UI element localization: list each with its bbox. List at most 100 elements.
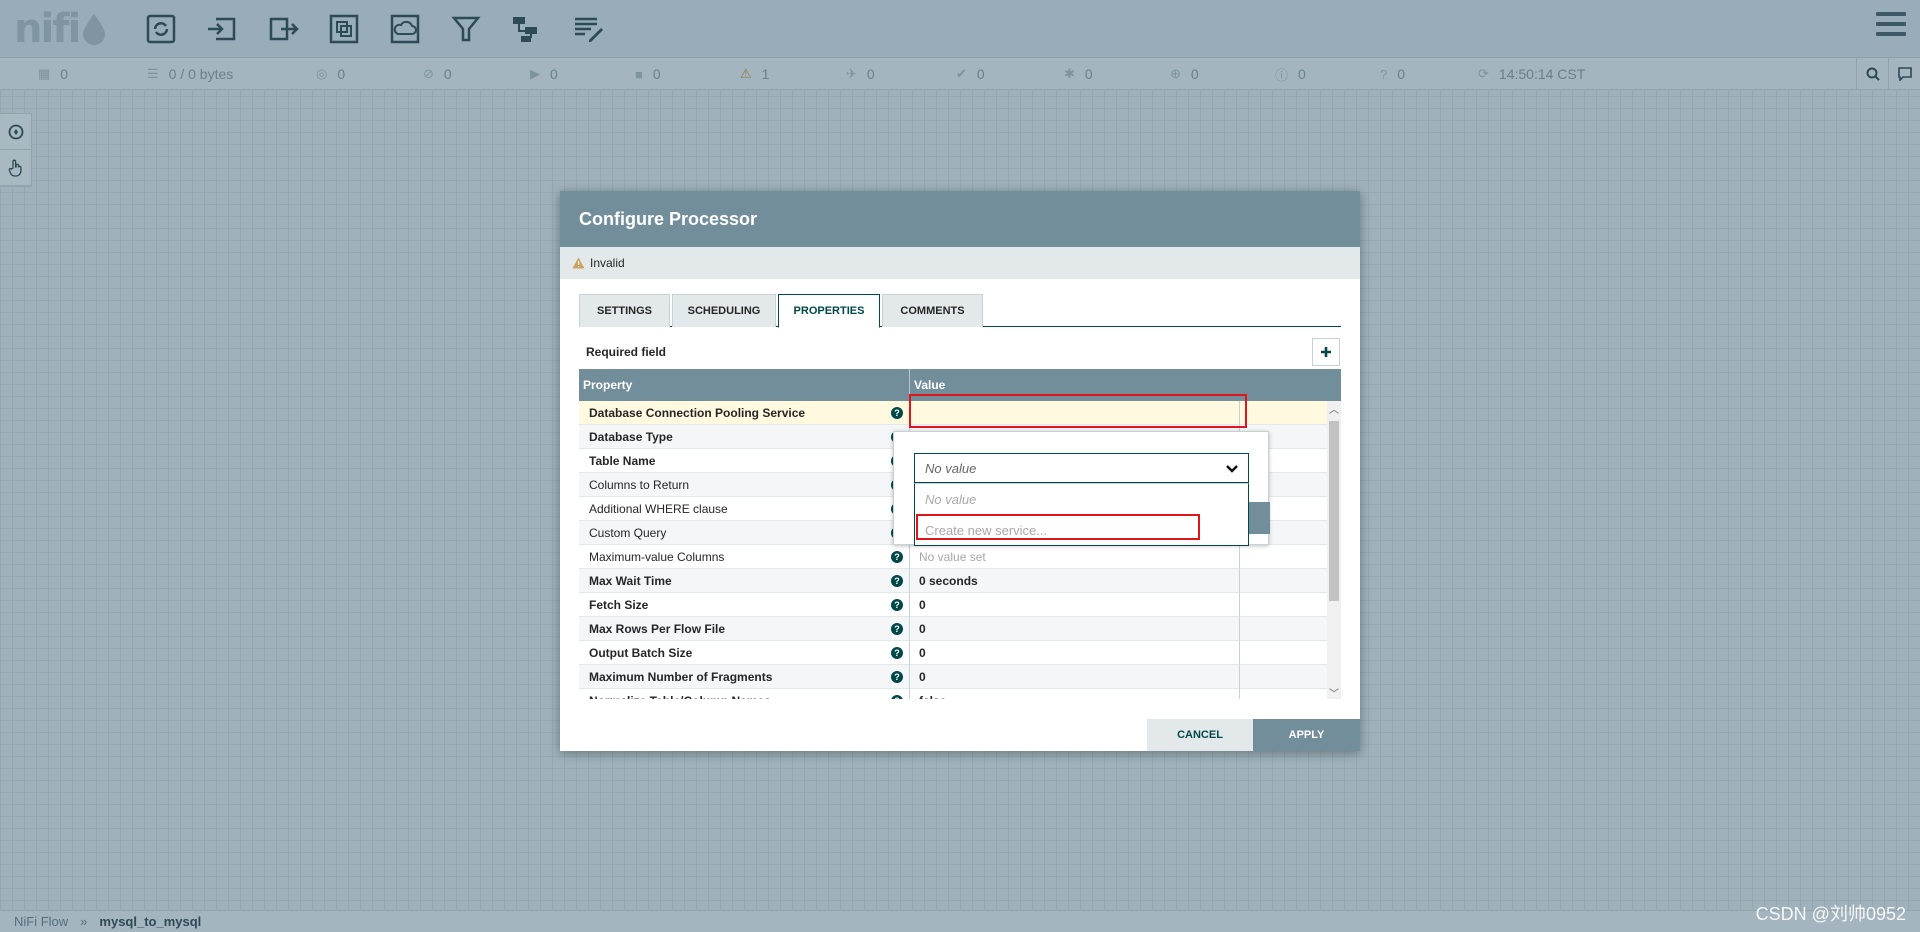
cell-divider [909,689,910,699]
help-icon[interactable]: ? [891,647,903,659]
add-process-group-button[interactable] [313,8,374,50]
cell-divider [1239,401,1240,425]
service-select-value: No value [925,460,977,476]
property-name: Table Name [589,454,656,468]
cell-divider [909,545,910,569]
global-menu-button[interactable] [1876,12,1906,42]
option-no-value[interactable]: No value [915,484,1248,515]
add-remote-process-group-button[interactable] [374,8,435,50]
cell-divider [909,665,910,689]
transmitting-icon: ▦ [38,66,51,81]
property-value[interactable]: 0 [919,593,926,617]
breadcrumb-current[interactable]: mysql_to_mysql [99,914,201,929]
remote-process-group-icon [390,14,419,44]
add-template-button[interactable] [496,8,557,50]
logo-text: nifi [14,6,81,52]
scroll-down-icon[interactable]: ﹀ [1327,685,1341,700]
stat-queued: ☰ 0 / 0 bytes [147,66,234,82]
processor-status: Invalid [560,247,1360,279]
cell-divider [1239,689,1240,699]
scroll-thumb[interactable] [1329,421,1339,601]
help-icon[interactable]: ? [891,599,903,611]
search-button[interactable] [1856,58,1888,90]
tab-comments[interactable]: COMMENTS [882,294,983,327]
statusbar-actions [1856,58,1920,90]
breadcrumb-separator: » [80,914,88,929]
property-row[interactable]: Maximum-value Columns? No value set [579,545,1327,569]
help-icon[interactable]: ? [891,575,903,587]
nifi-logo: nifi [14,6,107,52]
service-select[interactable]: No value [914,453,1249,483]
apply-button[interactable]: APPLY [1253,719,1360,751]
add-output-port-button[interactable] [252,8,313,50]
cancel-button[interactable]: CANCEL [1147,719,1253,751]
property-value[interactable]: 0 [919,641,926,665]
funnel-icon [450,16,481,42]
in-sync-icon: ◎ [316,66,328,81]
property-row[interactable]: Fetch Size? 0 [579,593,1327,617]
bulletin-button[interactable] [1888,58,1920,90]
configure-processor-dialog: Configure Processor Invalid SETTINGS SCH… [560,191,1360,751]
property-name: Fetch Size [589,598,649,612]
help-icon[interactable]: ? [891,551,903,563]
chevron-down-icon [1226,465,1238,473]
option-create-new-service[interactable]: Create new service... [915,515,1248,546]
add-property-button[interactable] [1312,338,1340,366]
column-header-property: Property [583,378,633,392]
cell-divider [909,641,910,665]
property-row[interactable]: Normalize Table/Column Names? false [579,689,1327,699]
property-name: Additional WHERE clause [589,502,728,516]
property-value[interactable]: No value set [919,545,986,569]
table-scrollbar[interactable]: ︿ ﹀ [1327,401,1341,699]
search-icon [1866,67,1880,81]
question-icon: ? [1380,66,1388,82]
navigate-toggle-button[interactable] [0,114,31,150]
watermark: CSDN @刘帅0952 [1755,904,1906,924]
property-value[interactable]: 0 [919,617,926,641]
running-icon: ▶ [530,66,540,81]
help-icon[interactable]: ? [891,623,903,635]
tab-properties[interactable]: PROPERTIES [778,294,880,328]
stat-transmitting: ▦ 0 [38,66,69,82]
property-value[interactable]: 0 [919,665,926,689]
tab-settings[interactable]: SETTINGS [579,294,670,327]
flow-status-bar: ▦ 0 ☰ 0 / 0 bytes ◎ 0 ⊘ 0 ▶ 0 ■ 0 ⚠ 1 ✈ 0 ✔ 0 ✱ 0 … [0,58,1920,90]
property-value[interactable]: false [919,689,946,699]
stat-out-sync: ⊘ 0 [423,66,452,82]
warning-icon [572,257,585,269]
add-label-button[interactable] [557,8,618,50]
property-row[interactable]: Max Rows Per Flow File? 0 [579,617,1327,641]
cell-divider [1239,569,1240,593]
add-processor-button[interactable] [130,8,191,50]
property-row[interactable]: Max Wait Time? 0 seconds [579,569,1327,593]
property-row[interactable]: Maximum Number of Fragments? 0 [579,665,1327,689]
stat-modified-stale: ⓘ 0 [1275,66,1306,83]
bulletin-icon [1897,67,1912,81]
property-row[interactable]: Output Batch Size? 0 [579,641,1327,665]
processor-icon [146,14,175,44]
stat-sync-failure: ? 0 [1380,66,1406,82]
property-name: Max Wait Time [589,574,672,588]
breadcrumb-root[interactable]: NiFi Flow [14,914,68,929]
add-input-port-button[interactable] [191,8,252,50]
input-port-icon [207,17,235,41]
help-icon[interactable]: ? [891,695,903,699]
breadcrumb: NiFi Flow » mysql_to_mysql [0,910,1920,932]
disabled-icon: ✈ [846,66,857,81]
tab-scheduling[interactable]: SCHEDULING [672,294,776,327]
operate-toggle-button[interactable] [0,150,31,186]
add-funnel-button[interactable] [435,8,496,50]
label-icon [574,17,603,42]
property-name: Output Batch Size [589,646,693,660]
property-value[interactable]: 0 seconds [919,569,978,593]
stat-invalid: ⚠ 1 [740,66,770,82]
property-name: Max Rows Per Flow File [589,622,726,636]
navigation-palette [0,113,32,187]
help-icon[interactable]: ? [891,407,903,419]
property-row[interactable]: Database Connection Pooling Service? [579,401,1327,425]
help-icon[interactable]: ? [891,671,903,683]
cell-divider [1239,617,1240,641]
out-sync-icon: ⊘ [423,66,434,81]
column-header-value: Value [914,378,946,392]
scroll-up-icon[interactable]: ︿ [1327,401,1341,416]
